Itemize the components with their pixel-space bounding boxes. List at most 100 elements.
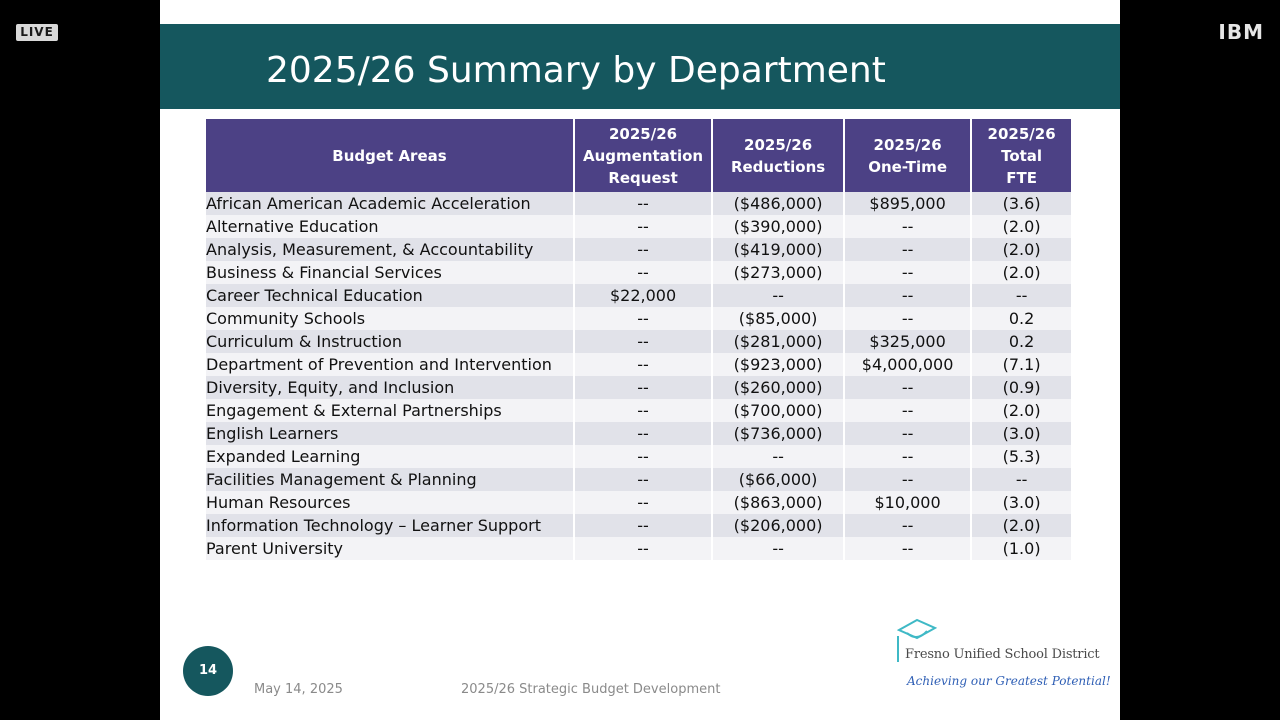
value-cell: ($260,000) <box>713 376 844 399</box>
value-cell: $325,000 <box>845 330 971 353</box>
value-cell: -- <box>845 399 971 422</box>
header-budget-areas: Budget Areas <box>206 119 573 192</box>
budget-area-cell: Parent University <box>206 537 573 560</box>
value-cell: ($863,000) <box>713 491 844 514</box>
value-cell: 0.2 <box>972 307 1072 330</box>
value-cell: (3.0) <box>972 491 1072 514</box>
value-cell: ($419,000) <box>713 238 844 261</box>
value-cell: (7.1) <box>972 353 1072 376</box>
value-cell: -- <box>713 284 844 307</box>
budget-area-cell: Community Schools <box>206 307 573 330</box>
value-cell: -- <box>845 238 971 261</box>
value-cell: -- <box>845 514 971 537</box>
value-cell: ($66,000) <box>713 468 844 491</box>
value-cell: -- <box>575 238 712 261</box>
value-cell: (0.9) <box>972 376 1072 399</box>
value-cell: -- <box>713 537 844 560</box>
value-cell: ($206,000) <box>713 514 844 537</box>
header-reductions: 2025/26 Reductions <box>713 119 844 192</box>
budget-area-cell: Alternative Education <box>206 215 573 238</box>
budget-area-cell: African American Academic Acceleration <box>206 192 573 215</box>
value-cell: ($273,000) <box>713 261 844 284</box>
value-cell: ($736,000) <box>713 422 844 445</box>
value-cell: -- <box>575 330 712 353</box>
value-cell: $10,000 <box>845 491 971 514</box>
value-cell: -- <box>575 537 712 560</box>
table-row: Alternative Education -- ($390,000) -- (2.0) <box>206 215 1072 238</box>
value-cell: ($390,000) <box>713 215 844 238</box>
header-total-fte: 2025/26 Total FTE <box>972 119 1072 192</box>
table-row: Business & Financial Services -- ($273,000… <box>206 261 1072 284</box>
logo-accent-bar <box>897 636 899 662</box>
value-cell: -- <box>845 261 971 284</box>
value-cell: ($486,000) <box>713 192 844 215</box>
table-row: Department of Prevention and Interventio… <box>206 353 1072 376</box>
value-cell: -- <box>845 445 971 468</box>
table-row: Career Technical Education $22,000 -- -- -- <box>206 284 1072 307</box>
table-row: Engagement & External Partnerships -- ($70… <box>206 399 1072 422</box>
value-cell: -- <box>972 468 1072 491</box>
value-cell: ($700,000) <box>713 399 844 422</box>
table-row: Information Technology – Learner Support… <box>206 514 1072 537</box>
budget-area-cell: Engagement & External Partnerships <box>206 399 573 422</box>
value-cell: -- <box>575 192 712 215</box>
footer-date: May 14, 2025 <box>254 682 343 697</box>
value-cell: ($923,000) <box>713 353 844 376</box>
value-cell: -- <box>575 445 712 468</box>
table-row: Facilities Management & Planning -- ($66,0… <box>206 468 1072 491</box>
value-cell: -- <box>972 284 1072 307</box>
title-bar: 2025/26 Summary by Department <box>160 24 1120 109</box>
budget-area-cell: Curriculum & Instruction <box>206 330 573 353</box>
value-cell: -- <box>845 215 971 238</box>
table-row: Diversity, Equity, and Inclusion -- ($260,… <box>206 376 1072 399</box>
value-cell: -- <box>575 491 712 514</box>
value-cell: ($281,000) <box>713 330 844 353</box>
graduation-cap-icon <box>897 618 937 640</box>
district-logo: Fresno Unified School District Achieving… <box>897 618 1111 696</box>
value-cell: -- <box>575 261 712 284</box>
value-cell: -- <box>575 353 712 376</box>
table-row: Expanded Learning -- -- -- (5.3) <box>206 445 1072 468</box>
table-row: Community Schools -- ($85,000) -- 0.2 <box>206 307 1072 330</box>
budget-area-cell: Facilities Management & Planning <box>206 468 573 491</box>
table-row: Human Resources -- ($863,000) $10,000 (3.0) <box>206 491 1072 514</box>
value-cell: -- <box>845 468 971 491</box>
value-cell: $895,000 <box>845 192 971 215</box>
header-augmentation-request: 2025/26 Augmentation Request <box>575 119 712 192</box>
value-cell: -- <box>845 376 971 399</box>
page-number: 14 <box>183 646 233 696</box>
value-cell: -- <box>575 376 712 399</box>
table-row: Analysis, Measurement, & Accountability -… <box>206 238 1072 261</box>
budget-area-cell: Human Resources <box>206 491 573 514</box>
value-cell: (3.0) <box>972 422 1072 445</box>
value-cell: -- <box>845 537 971 560</box>
value-cell: ($85,000) <box>713 307 844 330</box>
budget-area-cell: Business & Financial Services <box>206 261 573 284</box>
table-row: African American Academic Acceleration --… <box>206 192 1072 215</box>
budget-area-cell: Career Technical Education <box>206 284 573 307</box>
value-cell: (2.0) <box>972 399 1072 422</box>
value-cell: -- <box>845 422 971 445</box>
value-cell: $22,000 <box>575 284 712 307</box>
footer-title: 2025/26 Strategic Budget Development <box>461 682 721 697</box>
value-cell: (2.0) <box>972 215 1072 238</box>
budget-summary-table: Budget Areas 2025/26 Augmentation Reques… <box>204 119 1073 560</box>
value-cell: (3.6) <box>972 192 1072 215</box>
budget-area-cell: Diversity, Equity, and Inclusion <box>206 376 573 399</box>
logo-district-name: Fresno Unified School District <box>905 647 1100 662</box>
live-badge: LIVE <box>16 24 58 41</box>
value-cell: (2.0) <box>972 514 1072 537</box>
budget-area-cell: Analysis, Measurement, & Accountability <box>206 238 573 261</box>
value-cell: 0.2 <box>972 330 1072 353</box>
value-cell: -- <box>845 284 971 307</box>
budget-area-cell: English Learners <box>206 422 573 445</box>
value-cell: (2.0) <box>972 238 1072 261</box>
value-cell: -- <box>575 468 712 491</box>
slide-title: 2025/26 Summary by Department <box>266 50 886 91</box>
value-cell: -- <box>575 514 712 537</box>
logo-tagline: Achieving our Greatest Potential! <box>907 674 1111 688</box>
table-row: English Learners -- ($736,000) -- (3.0) <box>206 422 1072 445</box>
value-cell: -- <box>575 399 712 422</box>
value-cell: -- <box>845 307 971 330</box>
value-cell: (5.3) <box>972 445 1072 468</box>
